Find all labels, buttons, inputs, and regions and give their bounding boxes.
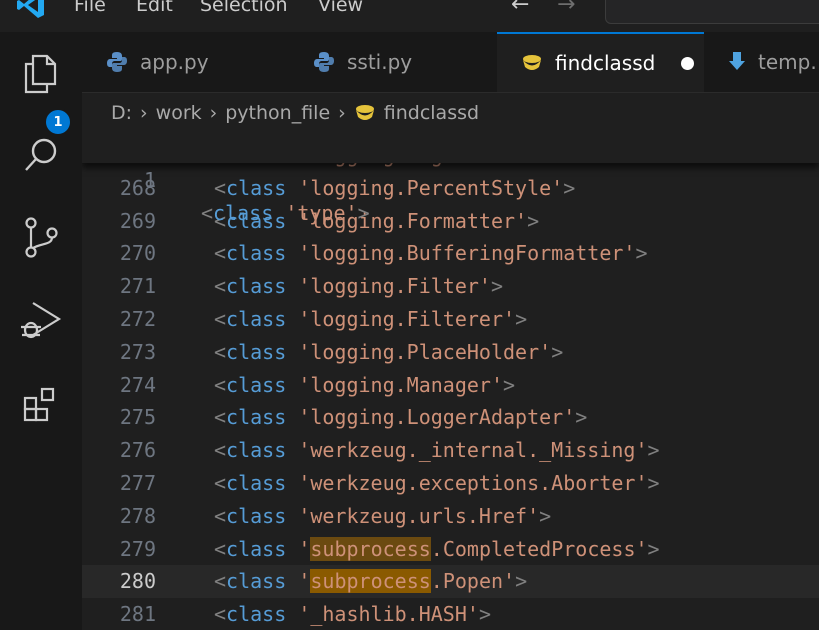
breadcrumb-folder-python-file[interactable]: python_file bbox=[225, 102, 330, 124]
activity-bar: 1 bbox=[0, 32, 82, 630]
tab-label: findclassd bbox=[555, 51, 656, 75]
code-editor[interactable]: 1 <class 'type'> 267<class 'logging.LogR… bbox=[82, 133, 819, 630]
line-number: 281 bbox=[119, 602, 156, 627]
line-number: 276 bbox=[119, 438, 156, 463]
code-text: <class 'logging.Filter'> bbox=[214, 274, 504, 299]
code-line[interactable]: 268 <class 'logging.PercentStyle'> bbox=[82, 172, 819, 205]
line-number: 1 bbox=[143, 168, 156, 192]
line-number: 278 bbox=[119, 503, 156, 528]
search-match-highlight: subprocess bbox=[310, 569, 431, 594]
code-text: <class 'logging.PlaceHolder'> bbox=[214, 339, 564, 364]
back-arrow-icon[interactable]: ← bbox=[511, 0, 529, 17]
code-line[interactable]: 273 <class 'logging.PlaceHolder'> bbox=[82, 336, 819, 369]
line-number: 275 bbox=[119, 405, 156, 430]
editor-tab-bar: app.py ssti.py findclassd temp. bbox=[82, 32, 819, 93]
code-line[interactable]: 272 <class 'logging.Filterer'> bbox=[82, 303, 819, 336]
breadcrumb-file[interactable]: findclassd bbox=[384, 102, 479, 124]
python-icon bbox=[313, 51, 335, 73]
code-line[interactable]: 274 <class 'logging.Manager'> bbox=[82, 369, 819, 402]
code-text: <class 'logging.Manager'> bbox=[214, 372, 516, 397]
line-number: 277 bbox=[119, 471, 156, 495]
line-number: 271 bbox=[119, 274, 156, 299]
extensions-icon[interactable] bbox=[18, 382, 64, 428]
code-line[interactable]: 271 <class 'logging.Filter'> bbox=[82, 270, 819, 303]
sticky-scroll-line[interactable]: 1 <class 'type'> bbox=[82, 133, 819, 225]
code-text: <class 'type'> bbox=[201, 201, 370, 225]
forward-arrow-icon[interactable]: → bbox=[557, 0, 575, 17]
code-line[interactable]: 279 <class 'subprocess.CompletedProcess'> bbox=[82, 533, 819, 566]
line-number: 280 bbox=[119, 569, 156, 594]
code-text: <class 'werkzeug._internal._Missing'> bbox=[214, 438, 660, 463]
code-text: <class 'logging.BufferingFormatter'> bbox=[214, 241, 648, 266]
code-line[interactable]: 277 <class 'werkzeug.exceptions.Aborter'> bbox=[82, 467, 819, 500]
code-line[interactable]: 278 <class 'werkzeug.urls.Href'> bbox=[82, 500, 819, 533]
run-debug-icon[interactable] bbox=[18, 298, 64, 344]
explorer-icon[interactable] bbox=[18, 50, 64, 96]
code-text: <class 'logging.LoggerAdapter'> bbox=[214, 405, 588, 430]
code-text: <class 'logging.Filterer'> bbox=[214, 307, 528, 331]
search-match-highlight: subprocess bbox=[310, 536, 431, 561]
breadcrumb-drive[interactable]: D: bbox=[111, 102, 132, 124]
code-line[interactable]: 276 <class 'werkzeug._internal._Missing'> bbox=[82, 434, 819, 467]
tab-label: ssti.py bbox=[347, 50, 413, 74]
code-line[interactable]: 275 <class 'logging.LoggerAdapter'> bbox=[82, 401, 819, 434]
tab-label: temp. bbox=[758, 50, 817, 74]
breadcrumb: D: › work › python_file › findclassd bbox=[82, 93, 819, 133]
breadcrumb-folder-work[interactable]: work bbox=[156, 102, 202, 124]
tab-findclassd[interactable]: findclassd bbox=[497, 32, 705, 92]
line-number: 274 bbox=[119, 372, 156, 397]
menu-edit[interactable]: Edit bbox=[136, 0, 173, 16]
code-line[interactable]: 269 <class 'logging.Formatter'> bbox=[82, 205, 819, 238]
chevron-right-icon: › bbox=[338, 102, 346, 124]
tab-label: app.py bbox=[140, 50, 209, 74]
command-center-search[interactable] bbox=[605, 0, 819, 24]
search-icon[interactable] bbox=[18, 132, 64, 178]
menu-file[interactable]: File bbox=[74, 0, 106, 16]
menu-more-icon[interactable]: ··· bbox=[399, 0, 423, 11]
code-line[interactable]: 281 <class '_hashlib.HASH'> bbox=[82, 598, 819, 630]
source-control-icon[interactable] bbox=[18, 214, 64, 260]
vscode-logo-icon bbox=[17, 0, 44, 18]
line-number: 279 bbox=[119, 536, 156, 561]
file-icon bbox=[521, 53, 543, 73]
chevron-right-icon: › bbox=[140, 102, 148, 124]
tab-app-py[interactable]: app.py bbox=[82, 32, 290, 92]
line-number: 272 bbox=[119, 307, 156, 331]
download-file-icon bbox=[728, 51, 746, 73]
code-line[interactable]: 280 <class 'subprocess.Popen'> bbox=[82, 565, 819, 599]
line-number: 273 bbox=[119, 339, 156, 364]
chevron-right-icon: › bbox=[209, 102, 218, 124]
code-text: <class 'subprocess.CompletedProcess'> bbox=[214, 536, 660, 561]
file-icon bbox=[354, 103, 376, 123]
code-text: <class '_hashlib.HASH'> bbox=[214, 602, 491, 627]
code-text: <class 'werkzeug.urls.Href'> bbox=[214, 503, 552, 528]
menu-view[interactable]: View bbox=[318, 0, 363, 16]
code-text: <class 'werkzeug.exceptions.Aborter'> bbox=[214, 471, 660, 495]
tab-temp[interactable]: temp. bbox=[704, 32, 819, 92]
menu-selection[interactable]: Selection bbox=[200, 0, 288, 16]
python-icon bbox=[106, 51, 128, 73]
code-line[interactable]: 270 <class 'logging.BufferingFormatter'> bbox=[82, 237, 819, 270]
unsaved-dot-icon[interactable] bbox=[681, 56, 695, 70]
title-bar: File Edit Selection View ··· ← → bbox=[0, 0, 819, 32]
code-text: <class 'subprocess.Popen'> bbox=[214, 569, 528, 594]
tab-ssti-py[interactable]: ssti.py bbox=[289, 32, 498, 92]
